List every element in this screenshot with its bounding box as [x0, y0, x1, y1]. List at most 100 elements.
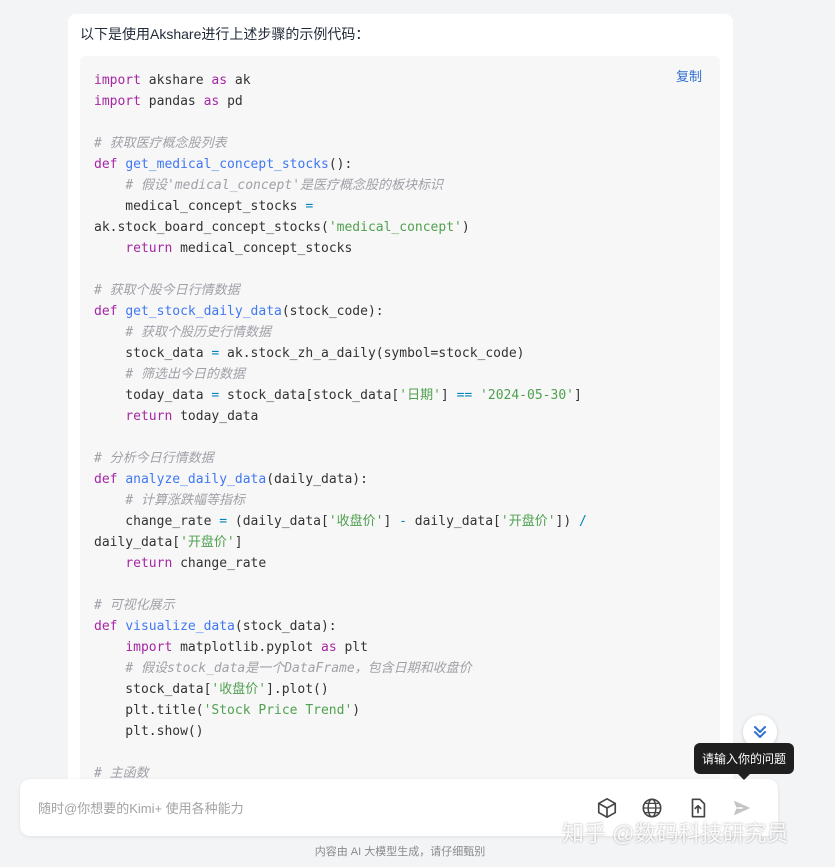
code-token: def [94, 304, 118, 319]
code-line: return medical_concept_stocks [94, 238, 587, 259]
code-block: 复制 import akshare as ak import pandas as … [80, 56, 720, 784]
code-line: stock_data = ak.stock_zh_a_daily(symbol=… [94, 343, 587, 364]
code-token: 'medical_concept' [328, 220, 462, 235]
code-token: pandas [140, 94, 204, 109]
double-chevron-down-icon [754, 726, 766, 738]
code-token: '收盘价' [328, 514, 384, 529]
code-token: ] [440, 388, 457, 403]
code-line: # 获取个股今日行情数据 [94, 280, 587, 301]
code-token: # 筛选出今日的数据 [125, 367, 245, 382]
code-token: daily_data[ [406, 514, 501, 529]
code-token: return [125, 241, 173, 256]
code-line: # 可视化展示 [94, 595, 587, 616]
code-token: def [94, 472, 118, 487]
code-line: stock_data['收盘价'].plot() [94, 679, 587, 700]
code-token: get_medical_concept_stocks [125, 157, 329, 172]
code-token: plt.show() [94, 724, 204, 739]
code-line: def get_stock_daily_data(stock_code): [94, 301, 587, 322]
code-token: as [211, 73, 228, 88]
code-token: (): [328, 157, 353, 172]
code-line: medical_concept_stocks = [94, 196, 587, 217]
code-token: (stock_data): [234, 619, 337, 634]
code-token: / [579, 514, 587, 529]
code-token: change_rate [172, 556, 267, 571]
message-intro: 以下是使用Akshare进行上述步骤的示例代码： [80, 26, 370, 42]
code-line: def get_medical_concept_stocks(): [94, 154, 587, 175]
code-token: pd [219, 94, 243, 109]
code-content: import akshare as ak import pandas as pd #… [94, 70, 587, 784]
code-token: # 获取个股今日行情数据 [94, 283, 240, 298]
code-token: = [305, 199, 314, 214]
code-token: as [203, 94, 220, 109]
code-token: ) [352, 703, 361, 718]
code-token: def [94, 157, 118, 172]
code-line: today_data = stock_data[stock_data['日期']… [94, 385, 587, 406]
copy-button[interactable]: 复制 [676, 66, 702, 85]
code-line: # 假设'medical_concept'是医疗概念股的板块标识 [94, 175, 587, 196]
code-token: # 分析今日行情数据 [94, 451, 214, 466]
code-line: daily_data['开盘价'] [94, 532, 587, 553]
code-token: ]) [555, 514, 580, 529]
code-token: return [125, 556, 173, 571]
code-token: '开盘价' [180, 535, 235, 550]
code-token: medical_concept_stocks [172, 241, 353, 256]
code-token: today_data [94, 388, 212, 403]
code-token: # 可视化展示 [94, 598, 175, 613]
code-line: def analyze_daily_data(daily_data): [94, 469, 587, 490]
code-token: # 获取医疗概念股列表 [94, 136, 227, 151]
code-token: as [321, 640, 337, 655]
message-card: 以下是使用Akshare进行上述步骤的示例代码： 复制 import aksha… [68, 14, 733, 784]
code-token: (daily_data): [266, 472, 368, 487]
code-token: change_rate [94, 514, 220, 529]
code-line: change_rate = (daily_data['收盘价'] - daily… [94, 511, 587, 532]
code-token: visualize_data [125, 619, 235, 634]
code-line: import matplotlib.pyplot as plt [94, 637, 587, 658]
code-line: # 获取个股历史行情数据 [94, 322, 587, 343]
code-token: import [125, 640, 173, 655]
code-line: # 计算涨跌幅等指标 [94, 490, 587, 511]
code-token: stock_data [94, 346, 212, 361]
code-token: = [219, 514, 228, 529]
input-tooltip: 请输入你的问题 [694, 743, 795, 780]
code-token: - [399, 514, 407, 529]
code-line: plt.show() [94, 721, 587, 742]
code-token: import [94, 94, 141, 109]
code-token: 'Stock Price Trend' [203, 703, 353, 718]
code-token: # 假设stock_data是一个DataFrame，包含日期和收盘价 [125, 661, 472, 676]
code-token: ak [227, 73, 251, 88]
code-token: def [94, 619, 118, 634]
code-token: ak.stock_board_concept_stocks( [94, 220, 329, 235]
code-token: == [456, 388, 473, 403]
code-token: (stock_code): [281, 304, 384, 319]
code-token: today_data [172, 409, 259, 424]
code-line: # 获取医疗概念股列表 [94, 133, 587, 154]
code-token: akshare [140, 73, 212, 88]
watermark: 知乎 @数码科技研究员 [562, 821, 789, 846]
code-line: return today_data [94, 406, 587, 427]
chat-input[interactable] [36, 796, 560, 820]
code-token: # 计算涨跌幅等指标 [125, 493, 245, 508]
code-line: import akshare as ak [94, 70, 587, 91]
code-token: import [94, 73, 141, 88]
code-token: (daily_data[ [227, 514, 329, 529]
code-token: # 假设'medical_concept'是医疗概念股的板块标识 [125, 178, 444, 193]
code-token: medical_concept_stocks [94, 199, 306, 214]
code-line: return change_rate [94, 553, 587, 574]
code-token: return [125, 409, 173, 424]
code-token: ] [234, 535, 243, 550]
code-line: # 假设stock_data是一个DataFrame，包含日期和收盘价 [94, 658, 587, 679]
code-token: plt [336, 640, 368, 655]
code-token: ) [461, 220, 470, 235]
code-token: matplotlib.pyplot [172, 640, 321, 655]
